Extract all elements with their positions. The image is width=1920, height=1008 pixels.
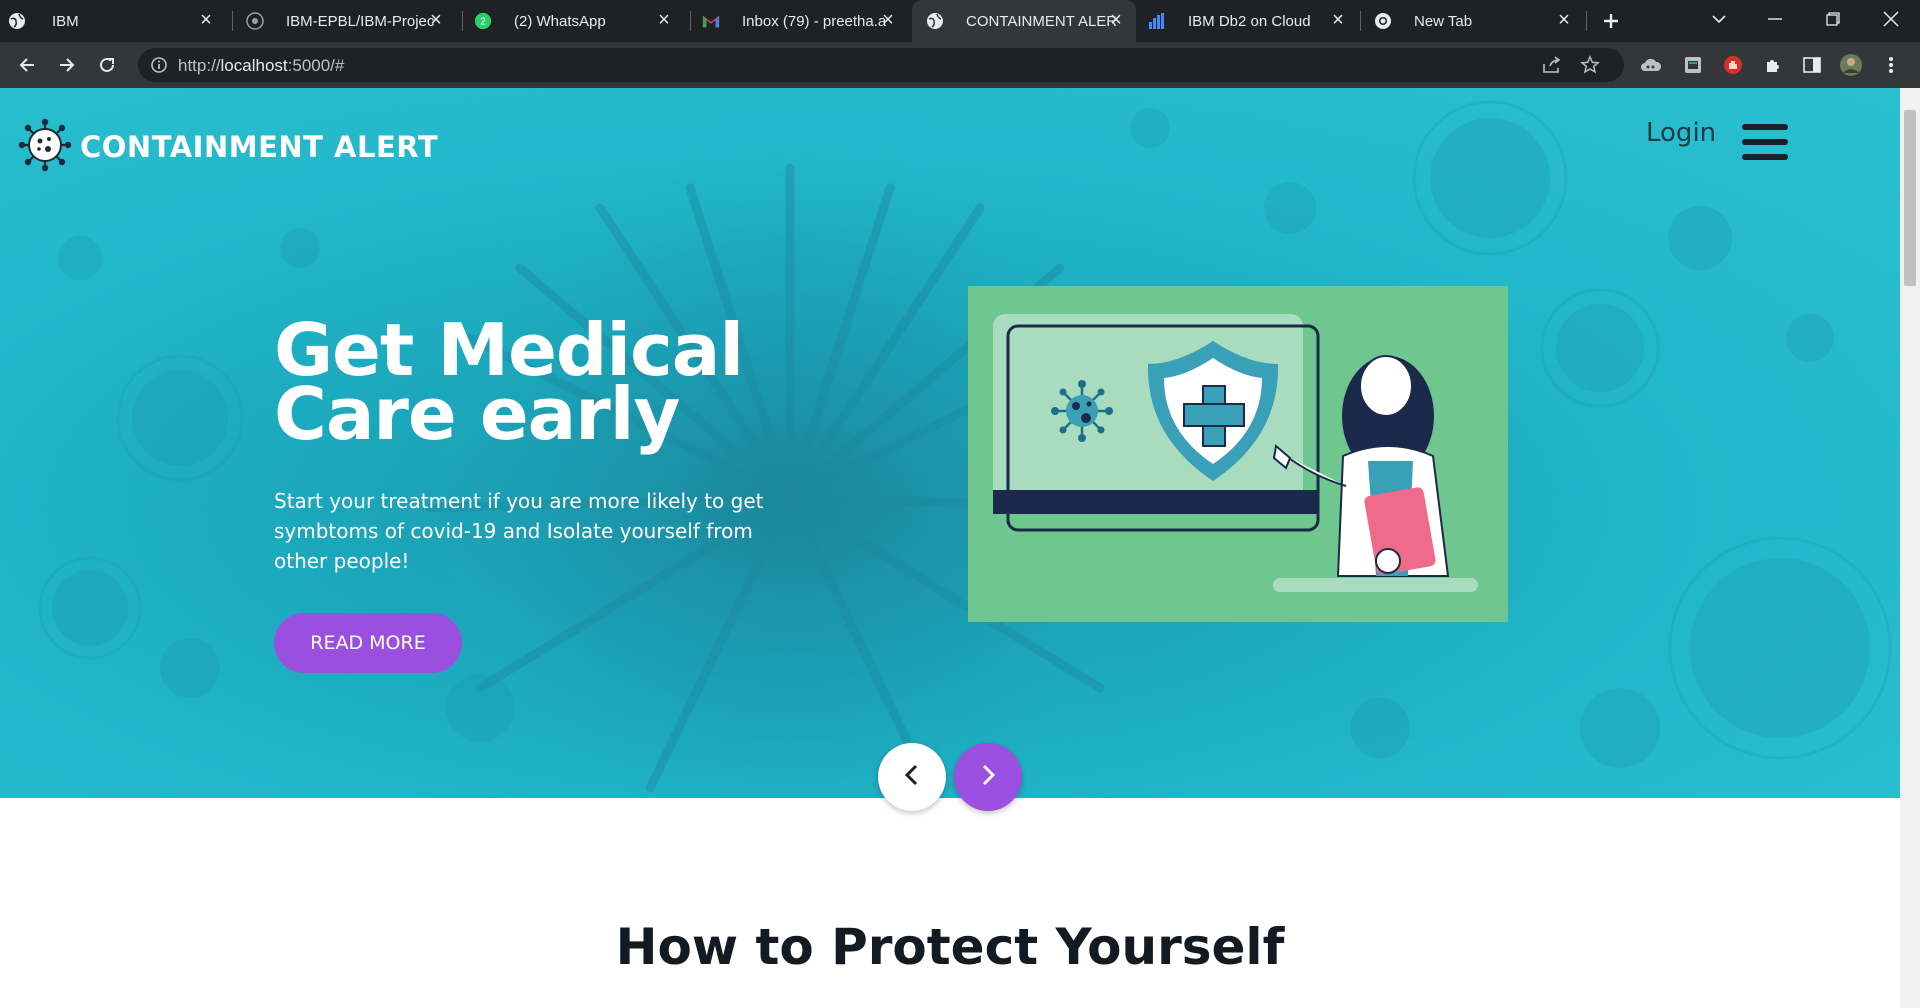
page-scrollbar[interactable] <box>1900 88 1920 1008</box>
close-icon[interactable]: × <box>1328 10 1348 30</box>
globe-icon <box>8 12 26 30</box>
globe-icon <box>926 12 944 30</box>
hero-headline-line: Care early <box>274 372 680 456</box>
tab-search-chevron-down-icon[interactable] <box>1704 4 1734 34</box>
tab-separator <box>232 11 233 31</box>
close-icon[interactable]: × <box>196 10 216 30</box>
read-more-button[interactable]: READ MORE <box>274 613 462 673</box>
browser-tab-strip: IBM × IBM-EPBL/IBM-Projec × 2 (2) WhatsA… <box>0 0 1920 42</box>
tab-title: IBM Db2 on Cloud <box>1188 12 1311 30</box>
share-icon[interactable] <box>1542 56 1562 78</box>
info-icon[interactable] <box>150 56 168 78</box>
chevron-left-icon <box>902 763 922 791</box>
doctor-illustration <box>968 286 1508 622</box>
close-window-button[interactable] <box>1876 4 1906 34</box>
tab-gmail[interactable]: Inbox (79) - preetha.a × <box>694 0 908 42</box>
tab-title: IBM-EPBL/IBM-Projec <box>286 12 435 30</box>
tab-title: New Tab <box>1414 12 1473 30</box>
tab-separator <box>1360 11 1361 31</box>
tab-title: Inbox (79) - preetha.a <box>742 12 886 30</box>
tab-separator <box>1586 11 1587 31</box>
tab-new-tab[interactable]: New Tab × <box>1366 0 1584 42</box>
reload-button[interactable] <box>92 50 122 80</box>
db2-icon <box>1148 12 1166 30</box>
close-icon[interactable]: × <box>878 10 898 30</box>
tab-separator <box>690 11 691 31</box>
address-bar[interactable]: http://localhost:5000/# <box>138 48 1624 82</box>
url-host: localhost <box>220 56 288 75</box>
browser-toolbar: http://localhost:5000/# <box>0 42 1920 88</box>
close-icon[interactable]: × <box>1554 10 1574 30</box>
brand-name: CONTAINMENT ALERT <box>80 130 439 164</box>
svg-text:2: 2 <box>480 17 486 28</box>
scrollbar-thumb[interactable] <box>1904 110 1916 286</box>
login-link[interactable]: Login <box>1646 118 1716 148</box>
url-text: http://localhost:5000/# <box>178 56 344 76</box>
hero-subtext: Start your treatment if you are more lik… <box>274 489 764 573</box>
tab-containment-alert[interactable]: CONTAINMENT ALERT × <box>912 0 1136 42</box>
chrome-icon <box>1374 12 1392 30</box>
hamburger-menu-icon[interactable] <box>1742 124 1788 160</box>
profile-avatar[interactable] <box>1836 50 1866 80</box>
hero-section: CONTAINMENT ALERT Login Get Medical Care… <box>0 88 1900 798</box>
tab-whatsapp[interactable]: 2 (2) WhatsApp × <box>466 0 684 42</box>
url-path: :5000/# <box>287 56 345 75</box>
carousel-next-button[interactable] <box>954 743 1022 811</box>
web-page: CONTAINMENT ALERT Login Get Medical Care… <box>0 88 1900 1008</box>
minimize-button[interactable] <box>1760 4 1790 34</box>
extension-cloud-icon[interactable] <box>1636 50 1666 80</box>
tab-db2[interactable]: IBM Db2 on Cloud × <box>1140 0 1358 42</box>
close-icon[interactable]: × <box>426 10 446 30</box>
back-button[interactable] <box>12 50 42 80</box>
whatsapp-icon: 2 <box>474 12 492 30</box>
new-tab-button[interactable] <box>1596 6 1626 36</box>
close-icon[interactable]: × <box>1106 10 1126 30</box>
virus-logo-icon <box>18 118 72 176</box>
extension-sheets-icon[interactable] <box>1678 50 1708 80</box>
star-icon[interactable] <box>1580 55 1600 79</box>
url-scheme: http:// <box>178 56 221 75</box>
chevron-right-icon <box>978 763 998 791</box>
extensions-puzzle-icon[interactable] <box>1758 50 1788 80</box>
tab-ibm[interactable]: IBM × <box>0 0 226 42</box>
tab-github[interactable]: IBM-EPBL/IBM-Projec × <box>238 0 456 42</box>
tab-title: IBM <box>52 12 79 30</box>
close-icon[interactable]: × <box>654 10 674 30</box>
side-panel-icon[interactable] <box>1797 50 1827 80</box>
carousel-prev-button[interactable] <box>878 743 946 811</box>
hero-headline: Get Medical Care early <box>274 314 834 456</box>
tab-title: CONTAINMENT ALERT <box>966 12 1116 30</box>
extension-hand-icon[interactable] <box>1718 50 1748 80</box>
tab-title: (2) WhatsApp <box>514 12 606 30</box>
github-icon <box>246 12 264 30</box>
browser-menu-icon[interactable] <box>1876 50 1906 80</box>
brand-logo[interactable]: CONTAINMENT ALERT <box>18 118 438 176</box>
gmail-icon <box>702 12 720 30</box>
restore-button[interactable] <box>1818 4 1848 34</box>
tab-separator <box>462 11 463 31</box>
section-title: How to Protect Yourself <box>615 918 1285 976</box>
forward-button[interactable] <box>52 50 82 80</box>
